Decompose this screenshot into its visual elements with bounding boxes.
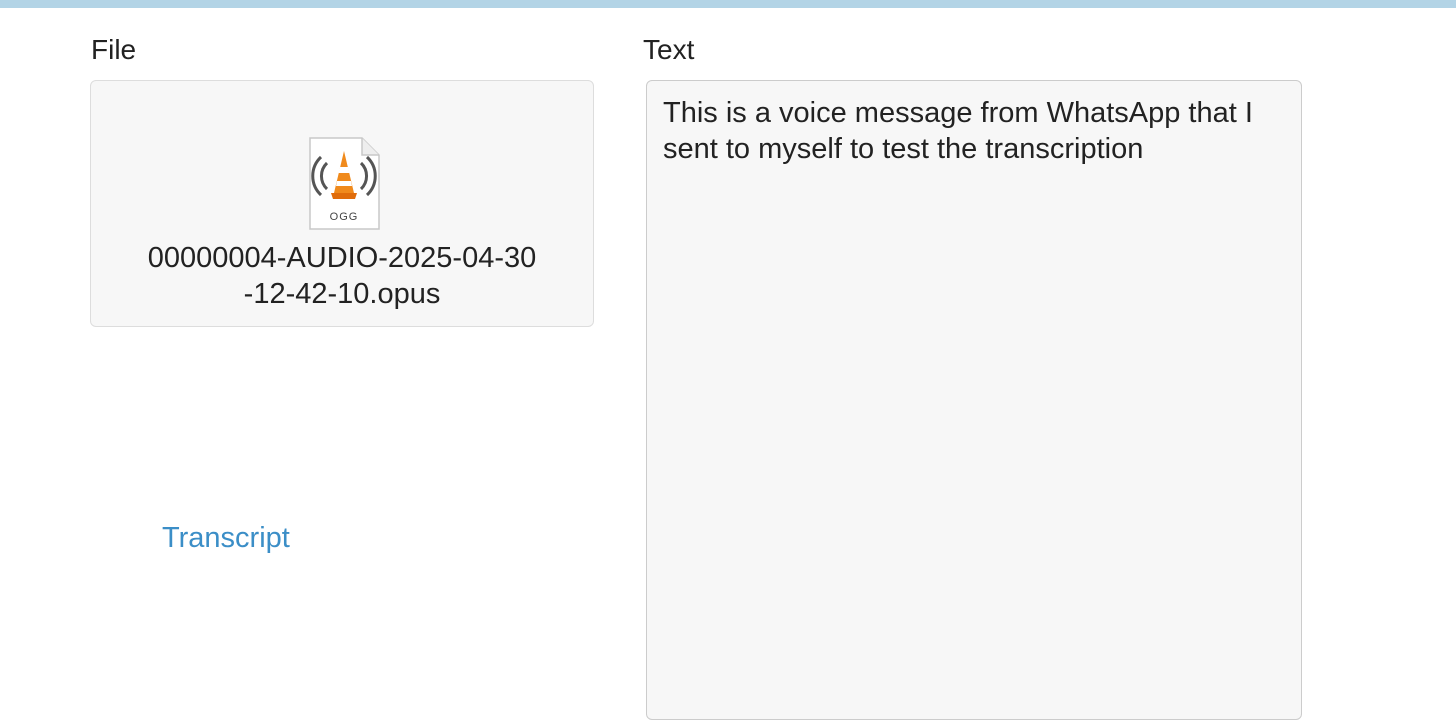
file-name-line-1: 00000004-AUDIO-2025-04-30 <box>147 242 537 274</box>
text-label: Text <box>643 34 695 65</box>
transcription-text-area[interactable]: This is a voice message from WhatsApp th… <box>646 80 1302 720</box>
file-name-line-2: -12-42-10.opus <box>243 278 441 310</box>
transcript-link[interactable]: Transcript <box>162 522 290 555</box>
file-name: 00000004-AUDIO-2025-04-30 -12-42-10.opus <box>90 240 594 312</box>
vlc-ogg-file-icon[interactable]: OGG <box>307 137 381 231</box>
file-label: File <box>91 34 137 65</box>
ogg-badge-label: OGG <box>330 211 359 223</box>
top-accent-bar <box>0 0 1456 8</box>
